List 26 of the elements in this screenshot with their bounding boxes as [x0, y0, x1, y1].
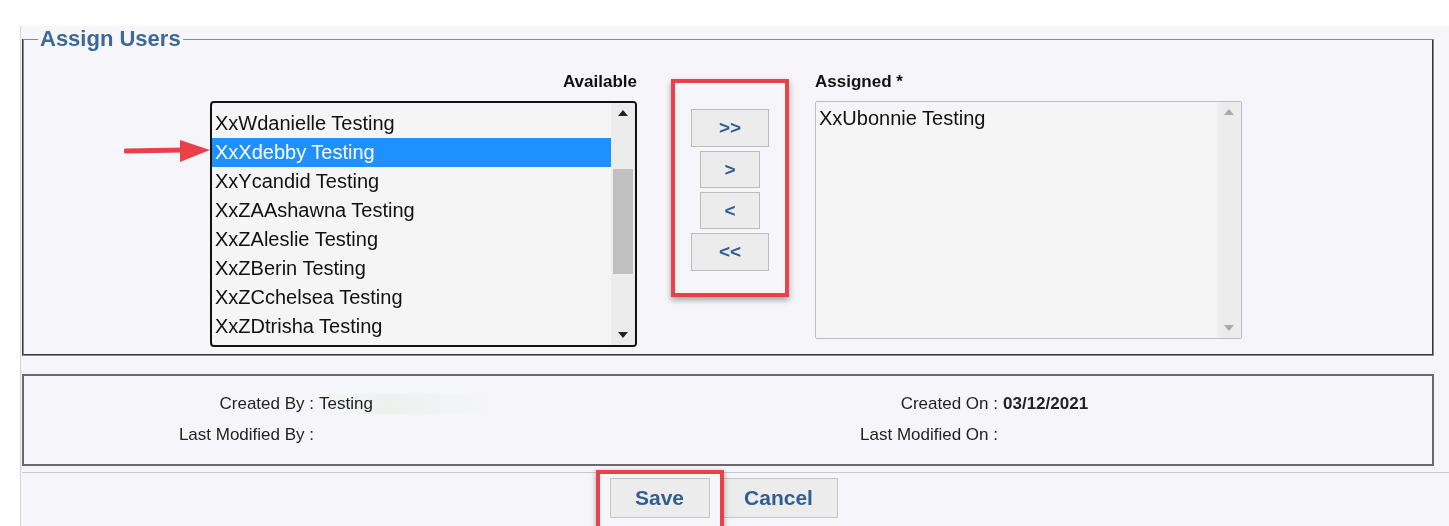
field-value: 03/12/2021 — [1002, 393, 1090, 414]
panel-title: Assign Users — [39, 26, 182, 52]
available-label: Available — [562, 72, 637, 92]
list-item[interactable]: XxZAleslie Testing — [212, 225, 611, 254]
assigned-label: Assigned * — [815, 72, 904, 92]
field-label: Created On : — [899, 393, 998, 414]
list-box[interactable]: XxUbonnie Testing — [815, 101, 1242, 339]
move-button[interactable]: << — [691, 233, 769, 271]
field-label: Last Modified On : — [859, 424, 998, 445]
save-button[interactable]: Save — [609, 478, 710, 518]
list-item[interactable]: XxZBerin Testing — [212, 254, 611, 283]
scroll-down-icon[interactable] — [617, 331, 629, 339]
move-button[interactable]: >> — [691, 109, 769, 147]
move-button[interactable]: < — [700, 192, 760, 229]
list-item[interactable]: XxWdanielle Testing — [212, 109, 611, 138]
list-item[interactable]: XxZDtrisha Testing — [212, 312, 611, 341]
list-item[interactable]: XxUbonnie Testing — [816, 104, 1217, 133]
field-label: Last Modified By : — [177, 424, 314, 445]
scroll-up-icon[interactable] — [617, 109, 629, 117]
list-item[interactable]: XxZAAshawna Testing — [212, 196, 611, 225]
list-item[interactable]: XxYcandid Testing — [212, 167, 611, 196]
field-label: Created By : — [218, 393, 314, 414]
scrollbar[interactable] — [611, 103, 635, 345]
list-box[interactable]: XxWdanielle Testing XxXdebby Testing XxYcandid Testing XxZAAshawna Testing XxZAleslie Testing XxZBerin Testing XxZCchelsea Testing XxZDtrisha Testing — [210, 101, 637, 347]
list-item[interactable]: XxZCchelsea Testing — [212, 283, 611, 312]
move-button[interactable]: > — [700, 151, 760, 188]
